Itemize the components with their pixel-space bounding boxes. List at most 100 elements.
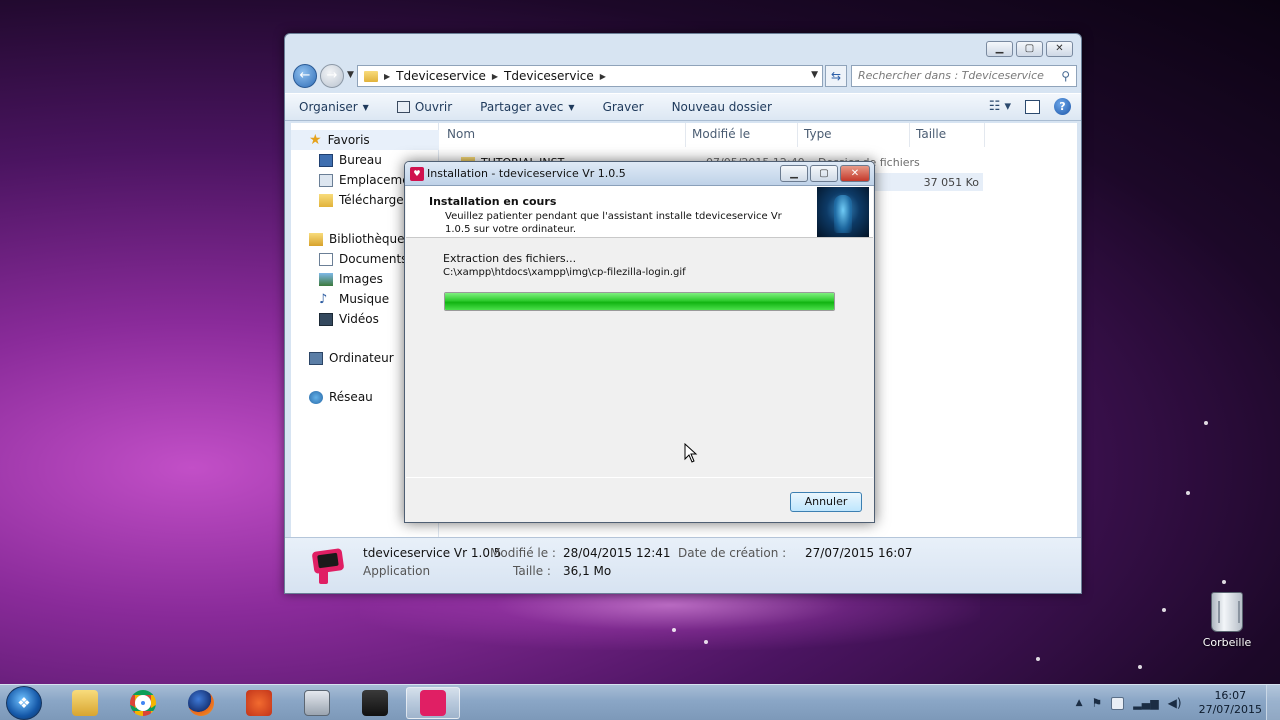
column-headers: Nom Modifié le Type Taille xyxy=(441,123,1077,147)
new-folder-button[interactable]: Nouveau dossier xyxy=(658,100,786,114)
detail-size-label: Taille : xyxy=(513,564,551,578)
nav-item-images[interactable]: Images xyxy=(291,269,383,289)
installer-header: Installation en cours Veuillez patienter… xyxy=(406,186,873,238)
recycle-bin-label: Corbeille xyxy=(1202,636,1252,649)
taskbar-explorer[interactable] xyxy=(58,687,112,719)
chevron-down-icon: ▼ xyxy=(362,102,369,112)
recycle-bin[interactable]: Corbeille xyxy=(1200,592,1254,649)
share-button[interactable]: Partager avec ▼ xyxy=(466,100,588,114)
taskbar-chrome[interactable] xyxy=(116,687,170,719)
volume-icon[interactable]: ◀) xyxy=(1168,696,1182,710)
show-desktop-button[interactable] xyxy=(1266,685,1280,720)
taskbar-installer[interactable] xyxy=(406,687,460,719)
installer-window-controls: ▁ ▢ ✕ xyxy=(780,165,870,182)
taskbar: ❖ ▲ ⚑ ▂▄▆ ◀) 16:07 27/07/2015 xyxy=(0,684,1280,720)
taskbar-recorder[interactable] xyxy=(348,687,402,719)
taskbar-firefox[interactable] xyxy=(174,687,228,719)
star-sparkle xyxy=(1204,421,1208,425)
window-controls: ▁ ▢ ✕ xyxy=(986,41,1073,57)
view-options-icon[interactable]: ☷ ▾ xyxy=(989,99,1011,114)
chevron-right-icon[interactable]: ▶ xyxy=(384,72,390,81)
back-button[interactable]: ← xyxy=(293,64,317,88)
cancel-button[interactable]: Annuler xyxy=(790,492,862,512)
nav-item-bibliotheques[interactable]: Bibliothèques xyxy=(291,229,411,249)
header-description: Veuillez patienter pendant que l'assista… xyxy=(445,211,782,235)
nav-label: Réseau xyxy=(329,390,373,404)
burn-button[interactable]: Graver xyxy=(589,100,658,114)
nav-item-documents[interactable]: Documents xyxy=(291,249,407,269)
chevron-right-icon[interactable]: ▶ xyxy=(492,72,498,81)
flag-icon[interactable]: ⚑ xyxy=(1092,696,1103,710)
nav-item-ordinateur[interactable]: Ordinateur xyxy=(291,348,394,368)
ccleaner-icon xyxy=(246,690,272,716)
detail-created-value: 27/07/2015 16:07 xyxy=(805,546,913,560)
start-button[interactable]: ❖ xyxy=(6,686,42,720)
recycle-bin-icon xyxy=(1211,592,1243,632)
chevron-up-icon[interactable]: ▲ xyxy=(1076,698,1083,708)
open-icon xyxy=(396,101,410,113)
nav-label: Musique xyxy=(339,292,390,306)
taskbar-ccleaner[interactable] xyxy=(232,687,286,719)
taskbar-camera[interactable] xyxy=(290,687,344,719)
ouvrir-button[interactable]: Ouvrir xyxy=(383,100,466,114)
maximize-button[interactable]: ▢ xyxy=(1016,41,1043,57)
column-name[interactable]: Nom xyxy=(441,123,686,147)
wizard-banner-image xyxy=(817,187,869,237)
preview-pane-icon[interactable] xyxy=(1025,99,1040,114)
nav-label: Ordinateur xyxy=(329,351,394,365)
network-signal-icon[interactable]: ▂▄▆ xyxy=(1133,697,1158,710)
nav-item-favoris[interactable]: ★ Favoris xyxy=(291,130,439,150)
nav-item-emplacements[interactable]: Emplacement xyxy=(291,170,422,190)
file-size: 37 051 Ko xyxy=(923,175,979,189)
close-button[interactable]: ✕ xyxy=(1046,41,1073,57)
documents-icon xyxy=(319,252,333,266)
minimize-button[interactable]: ▁ xyxy=(780,165,808,182)
new-folder-label: Nouveau dossier xyxy=(671,100,772,114)
progress-fill xyxy=(445,293,834,310)
videos-icon xyxy=(319,312,333,326)
chevron-down-icon: ▼ xyxy=(568,102,575,112)
address-row: ← → ▼ ▶ Tdeviceservice ▶ Tdeviceservice … xyxy=(291,64,1077,88)
column-modified[interactable]: Modifié le xyxy=(686,123,798,147)
nav-item-bureau[interactable]: Bureau xyxy=(291,150,382,170)
images-icon xyxy=(319,272,333,286)
close-button[interactable]: ✕ xyxy=(840,165,870,182)
nav-item-reseau[interactable]: Réseau xyxy=(291,387,373,407)
burn-label: Graver xyxy=(602,100,644,114)
breadcrumb-item[interactable]: Tdeviceservice xyxy=(504,69,594,83)
search-input[interactable]: Rechercher dans : Tdeviceservice ⚲ xyxy=(851,65,1077,87)
app-icon: ♥ xyxy=(410,167,424,181)
battery-icon[interactable] xyxy=(1111,696,1125,710)
detail-created-label: Date de création : xyxy=(678,546,787,560)
nav-item-videos[interactable]: Vidéos xyxy=(291,309,379,329)
clock[interactable]: 16:07 27/07/2015 xyxy=(1199,689,1262,717)
status-text: Extraction des fichiers... xyxy=(443,252,577,265)
maximize-button[interactable]: ▢ xyxy=(810,165,838,182)
refresh-button[interactable]: ⇆ xyxy=(825,65,847,87)
installer-title-bar[interactable]: ♥ Installation - tdeviceservice Vr 1.0.5… xyxy=(405,162,874,186)
minimize-button[interactable]: ▁ xyxy=(986,41,1013,57)
nav-item-musique[interactable]: ♪ Musique xyxy=(291,289,389,309)
organiser-label: Organiser xyxy=(299,100,358,114)
ouvrir-label: Ouvrir xyxy=(414,100,453,114)
search-icon[interactable]: ⚲ xyxy=(1061,69,1070,83)
chevron-right-icon[interactable]: ▶ xyxy=(600,72,606,81)
star-sparkle xyxy=(1138,665,1142,669)
desktop-icon xyxy=(319,153,333,167)
forward-button[interactable]: → xyxy=(320,64,344,88)
column-type[interactable]: Type xyxy=(798,123,910,147)
column-size[interactable]: Taille xyxy=(910,123,985,147)
detail-modified-value: 28/04/2015 12:41 xyxy=(563,546,671,560)
organiser-button[interactable]: Organiser ▼ xyxy=(285,100,383,114)
recent-pages-dropdown[interactable]: ▼ xyxy=(347,70,354,80)
nav-label: Bibliothèques xyxy=(329,232,411,246)
current-file-path: C:\xampp\htdocs\xampp\img\cp-filezilla-l… xyxy=(443,267,686,278)
star-sparkle xyxy=(1186,491,1190,495)
view-controls: ☷ ▾ ? xyxy=(989,98,1071,115)
address-dropdown-icon[interactable]: ▼ xyxy=(811,70,818,80)
help-icon[interactable]: ? xyxy=(1054,98,1071,115)
computer-icon xyxy=(309,351,323,365)
nav-item-telechargements[interactable]: Téléchargem xyxy=(291,190,415,210)
breadcrumb-item[interactable]: Tdeviceservice xyxy=(396,69,486,83)
address-bar[interactable]: ▶ Tdeviceservice ▶ Tdeviceservice ▶ ▼ xyxy=(357,65,823,87)
